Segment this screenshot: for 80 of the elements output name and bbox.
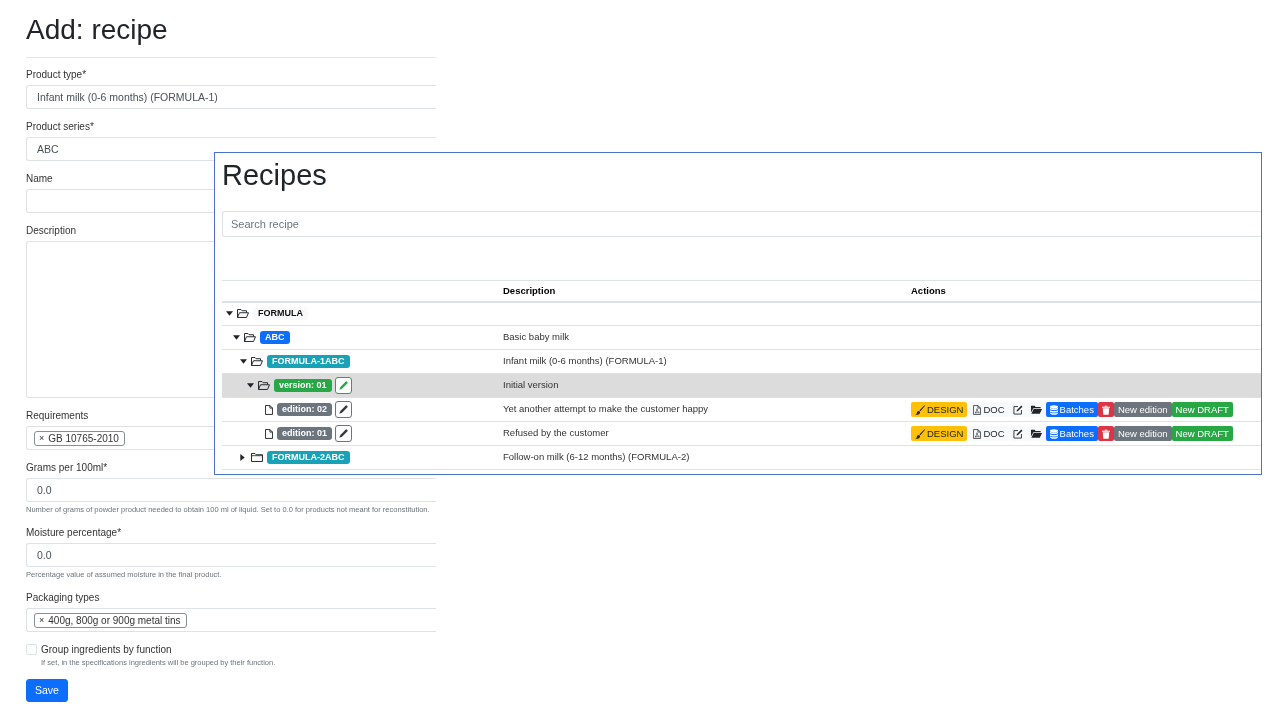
- design-button[interactable]: DESIGN: [911, 402, 968, 417]
- input-field[interactable]: 0.0: [26, 543, 436, 567]
- database-icon: [1049, 428, 1058, 439]
- database-icon: [1049, 404, 1058, 415]
- panel-title: Recipes: [222, 158, 327, 193]
- design-button[interactable]: DESIGN: [911, 426, 968, 441]
- brush-icon: [915, 428, 925, 439]
- field-label: Description: [26, 224, 77, 237]
- folder-open-icon: [244, 333, 256, 342]
- pdf-file-icon: [973, 404, 982, 415]
- recipe-description: Yet another attempt to make the customer happy: [499, 397, 907, 422]
- tag-input-field[interactable]: × 400g, 800g or 900g metal tins: [26, 608, 436, 632]
- tag-input-field[interactable]: × GB 10765-2010: [26, 426, 214, 450]
- field-label: Name: [26, 172, 53, 185]
- field-label: Grams per 100ml*: [26, 461, 108, 474]
- field-label: Product type*: [26, 68, 87, 81]
- doc-button[interactable]: DOC: [969, 402, 1009, 417]
- input-field[interactable]: 0.0: [26, 478, 436, 502]
- edit-button[interactable]: [335, 425, 352, 442]
- checkbox-label: Group ingredients by function: [41, 643, 172, 656]
- tag-label: 400g, 800g or 900g metal tins: [48, 613, 181, 628]
- field-label: Packaging types: [26, 591, 100, 604]
- tree-row[interactable]: edition: 01 Refused by the customer DESIGN DOC Batches New edition New DRAFT: [222, 421, 1261, 446]
- folder-open-icon: [237, 309, 249, 319]
- tree-row[interactable]: FORMULA-2ABC Follow-on milk (6-12 months) (FORMULA-2): [222, 445, 1261, 470]
- input-field[interactable]: [26, 189, 214, 213]
- recipe-description: Infant milk (0-6 months) (FORMULA-1): [499, 349, 907, 374]
- input-field[interactable]: ABC: [26, 137, 214, 161]
- recipe-description: Follow-on milk (6-12 months) (FORMULA-2): [499, 445, 907, 470]
- textarea-field[interactable]: [26, 241, 214, 398]
- delete-button[interactable]: [1097, 402, 1114, 417]
- folder-icon: [1030, 429, 1042, 438]
- doc-button[interactable]: DOC: [969, 426, 1009, 441]
- folder-open-icon: [251, 357, 263, 366]
- batches-button[interactable]: Batches: [1045, 402, 1098, 417]
- file-icon: [265, 428, 273, 439]
- tree-node-label[interactable]: edition: 01: [277, 427, 332, 440]
- batches-button[interactable]: Batches: [1045, 426, 1098, 441]
- field-label: Product series*: [26, 120, 94, 133]
- tree-node-label[interactable]: edition: 02: [277, 403, 332, 416]
- remove-tag-button[interactable]: ×: [39, 615, 45, 625]
- pencil-icon: [339, 429, 348, 438]
- column-header: Actions: [907, 280, 1261, 302]
- pencil-icon: [338, 381, 348, 390]
- delete-button[interactable]: [1097, 426, 1114, 441]
- column-header: Description: [499, 280, 907, 302]
- tree-row[interactable]: FORMULA-1ABC Infant milk (0-6 months) (FORMULA-1): [222, 349, 1261, 374]
- recipe-description: Initial version: [499, 373, 907, 398]
- tree-node-label[interactable]: FORMULA: [253, 307, 308, 321]
- tree-row[interactable]: FORMULA: [222, 301, 1261, 326]
- folder-icon: [1030, 405, 1042, 414]
- tree-node-label[interactable]: ABC: [260, 331, 290, 344]
- trash-icon: [1101, 428, 1110, 439]
- save-button[interactable]: Save: [26, 679, 68, 702]
- input-field[interactable]: Infant milk (0-6 months) (FORMULA-1): [26, 85, 436, 109]
- checkbox[interactable]: [26, 644, 37, 655]
- field-label: Requirements: [26, 409, 89, 422]
- remove-tag-button[interactable]: ×: [39, 433, 45, 443]
- file-icon: [265, 404, 273, 415]
- new-edition-button[interactable]: New edition: [1113, 426, 1172, 441]
- field-label: Moisture percentage*: [26, 526, 122, 539]
- brush-icon: [915, 404, 925, 415]
- folder-button[interactable]: [1026, 426, 1046, 441]
- trash-icon: [1101, 404, 1110, 415]
- new-edition-button[interactable]: New edition: [1113, 402, 1172, 417]
- pencil-square-icon: [1012, 428, 1023, 439]
- folder-button[interactable]: [1026, 402, 1046, 417]
- tree-row[interactable]: edition: 02 Yet another attempt to make the customer happy DESIGN DOC Batches New edition New DRAFT: [222, 397, 1261, 422]
- tree-row[interactable]: ABC Basic baby milk: [222, 325, 1261, 350]
- pencil-icon: [339, 405, 348, 414]
- recipe-description: Refused by the customer: [499, 421, 907, 446]
- pencil-square-icon: [1012, 404, 1023, 415]
- page-title: Add: recipe: [26, 13, 168, 47]
- edit-button[interactable]: [335, 401, 352, 418]
- recipe-description: Basic baby milk: [499, 325, 907, 350]
- tag-label: GB 10765-2010: [48, 431, 119, 446]
- pdf-file-icon: [973, 428, 982, 439]
- folder-open-icon: [258, 381, 270, 390]
- search-field[interactable]: Search recipe: [222, 211, 1261, 237]
- folder-icon: [251, 453, 263, 462]
